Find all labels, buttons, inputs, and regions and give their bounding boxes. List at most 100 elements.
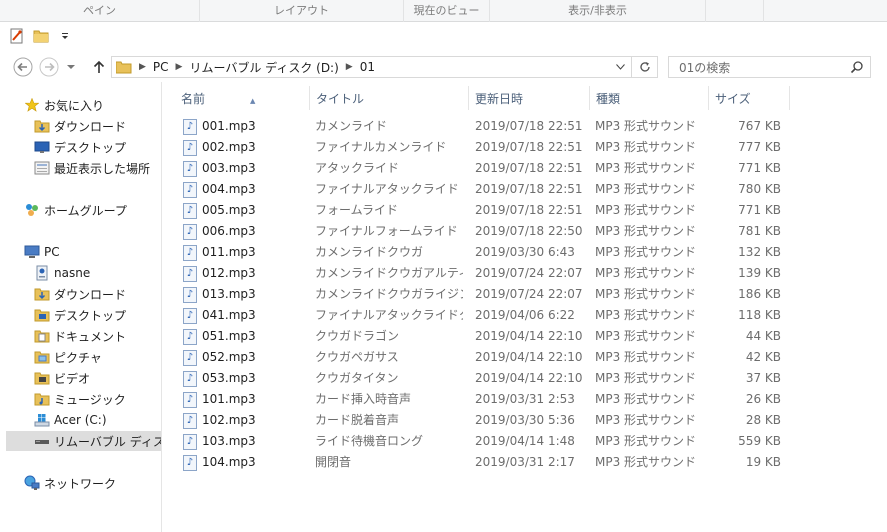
file-row[interactable]: ♪ 001.mp3 カメンライド 2019/07/18 22:51 MP3 形式サウンド… bbox=[163, 116, 863, 137]
file-row[interactable]: ♪ 103.mp3 ライド待機音ロング 2019/04/14 1:48 MP3 形式サウ… bbox=[163, 431, 863, 452]
column-divider[interactable] bbox=[789, 86, 790, 110]
file-date: 2019/03/30 5:36 bbox=[475, 413, 575, 427]
file-row[interactable]: ♪ 002.mp3 ファイナルカメンライド 2019/07/18 22:51 MP3 形… bbox=[163, 137, 863, 158]
nav-fav-desktop[interactable]: デスクトップ bbox=[34, 137, 126, 157]
file-size: 781 KB bbox=[738, 224, 781, 238]
file-name: 004.mp3 bbox=[202, 182, 256, 196]
file-name-cell[interactable]: ♪ 012.mp3 bbox=[183, 263, 303, 284]
properties-button[interactable] bbox=[8, 27, 26, 45]
file-name-cell[interactable]: ♪ 104.mp3 bbox=[183, 452, 303, 473]
nav-pc-pictures[interactable]: ピクチャ bbox=[34, 347, 102, 367]
file-name-cell[interactable]: ♪ 051.mp3 bbox=[183, 326, 303, 347]
nav-item-label: Acer (C:) bbox=[54, 413, 107, 427]
file-name-cell[interactable]: ♪ 002.mp3 bbox=[183, 137, 303, 158]
column-header-title[interactable]: タイトル bbox=[310, 88, 468, 110]
breadcrumb-removable-disk[interactable]: リムーバブル ディスク (D:) bbox=[189, 59, 338, 76]
nav-pc[interactable]: PC bbox=[24, 242, 60, 262]
file-row[interactable]: ♪ 101.mp3 カード挿入時音声 2019/03/31 2:53 MP3 形式サウン… bbox=[163, 389, 863, 410]
file-name-cell[interactable]: ♪ 013.mp3 bbox=[183, 284, 303, 305]
file-size: 132 KB bbox=[738, 245, 781, 259]
refresh-button[interactable] bbox=[631, 57, 657, 77]
nav-pc-drive-c[interactable]: Acer (C:) bbox=[34, 410, 107, 430]
audio-file-icon: ♪ bbox=[183, 370, 197, 387]
pictures-folder-icon bbox=[34, 349, 50, 365]
column-header-type[interactable]: 種類 bbox=[590, 88, 708, 110]
file-type: MP3 形式サウンド bbox=[595, 119, 697, 133]
address-dropdown-button[interactable] bbox=[611, 57, 629, 77]
file-name-cell[interactable]: ♪ 001.mp3 bbox=[183, 116, 303, 137]
nav-pc-desktop[interactable]: デスクトップ bbox=[34, 305, 126, 325]
nav-homegroup[interactable]: ホームグループ bbox=[24, 200, 127, 220]
back-button[interactable] bbox=[12, 56, 34, 78]
file-row[interactable]: ♪ 053.mp3 クウガタイタン 2019/04/14 22:10 MP3 形式サウン… bbox=[163, 368, 863, 389]
file-type: MP3 形式サウンド bbox=[595, 161, 697, 175]
audio-file-icon: ♪ bbox=[183, 433, 197, 450]
nav-network-label: ネットワーク bbox=[44, 476, 117, 491]
nav-network[interactable]: ネットワーク bbox=[24, 473, 116, 493]
file-size: 139 KB bbox=[738, 266, 781, 280]
nav-fav-downloads[interactable]: ダウンロード bbox=[34, 116, 126, 136]
file-name-cell[interactable]: ♪ 102.mp3 bbox=[183, 410, 303, 431]
file-name-cell[interactable]: ♪ 006.mp3 bbox=[183, 221, 303, 242]
nav-pc-downloads[interactable]: ダウンロード bbox=[34, 284, 126, 304]
file-title: ファイナルカメンライド bbox=[315, 140, 447, 154]
nav-pc-nasne[interactable]: nasne bbox=[34, 263, 90, 283]
file-row[interactable]: ♪ 013.mp3 カメンライドクウガライジングア... 2019/07/24 22:… bbox=[163, 284, 863, 305]
file-name-cell[interactable]: ♪ 004.mp3 bbox=[183, 179, 303, 200]
file-row[interactable]: ♪ 041.mp3 ファイナルアタックライドクウガ 2019/04/06 6:22 MP… bbox=[163, 305, 863, 326]
column-header-date[interactable]: 更新日時 bbox=[469, 88, 589, 110]
audio-file-icon: ♪ bbox=[183, 139, 197, 156]
nav-pc-removable-disk[interactable]: リムーバブル ディスク (D:) bbox=[6, 431, 161, 451]
file-date: 2019/07/18 22:50 bbox=[475, 224, 583, 238]
nav-pc-videos[interactable]: ビデオ bbox=[34, 368, 90, 388]
file-name-cell[interactable]: ♪ 053.mp3 bbox=[183, 368, 303, 389]
column-header-title-label: タイトル bbox=[316, 92, 365, 106]
homegroup-icon bbox=[24, 202, 40, 218]
nav-pc-music[interactable]: ミュージック bbox=[34, 389, 126, 409]
desktop-icon bbox=[34, 139, 50, 155]
network-icon bbox=[24, 475, 40, 491]
nav-fav-recent[interactable]: 最近表示した場所 bbox=[34, 158, 150, 178]
search-input[interactable]: 01の検索 bbox=[668, 56, 871, 78]
customize-qat-button[interactable] bbox=[56, 27, 74, 45]
music-folder-icon bbox=[34, 391, 50, 407]
file-row[interactable]: ♪ 104.mp3 開閉音 2019/03/31 2:17 MP3 形式サウンド 19 K… bbox=[163, 452, 863, 473]
file-title: クウガペガサス bbox=[315, 350, 399, 364]
file-name-cell[interactable]: ♪ 101.mp3 bbox=[183, 389, 303, 410]
file-size: 767 KB bbox=[738, 119, 781, 133]
nav-pc-documents[interactable]: ドキュメント bbox=[34, 326, 126, 346]
file-row[interactable]: ♪ 004.mp3 ファイナルアタックライド 2019/07/18 22:51 MP3 … bbox=[163, 179, 863, 200]
file-type: MP3 形式サウンド bbox=[595, 434, 697, 448]
file-date: 2019/07/18 22:51 bbox=[475, 182, 583, 196]
address-bar[interactable]: ▶ PC ▶ リムーバブル ディスク (D:) ▶ 01 bbox=[111, 56, 658, 78]
breadcrumb-pc[interactable]: PC bbox=[153, 60, 169, 74]
file-title: ライド待機音ロング bbox=[315, 434, 424, 448]
file-row[interactable]: ♪ 051.mp3 クウガドラゴン 2019/04/14 22:10 MP3 形式サウン… bbox=[163, 326, 863, 347]
breadcrumb-current-folder[interactable]: 01 bbox=[360, 60, 375, 74]
file-name-cell[interactable]: ♪ 103.mp3 bbox=[183, 431, 303, 452]
search-icon[interactable] bbox=[850, 60, 864, 77]
forward-button[interactable] bbox=[38, 56, 60, 78]
file-date: 2019/04/06 6:22 bbox=[475, 308, 575, 322]
nav-favorites[interactable]: お気に入り bbox=[24, 95, 104, 115]
new-folder-button[interactable] bbox=[32, 27, 50, 45]
file-row[interactable]: ♪ 011.mp3 カメンライドクウガ 2019/03/30 6:43 MP3 形式サウ… bbox=[163, 242, 863, 263]
file-row[interactable]: ♪ 003.mp3 アタックライド 2019/07/18 22:51 MP3 形式サウン… bbox=[163, 158, 863, 179]
file-name-cell[interactable]: ♪ 005.mp3 bbox=[183, 200, 303, 221]
file-row[interactable]: ♪ 012.mp3 カメンライドクウガアルティメット 2019/07/24 22:07… bbox=[163, 263, 863, 284]
file-date: 2019/04/14 22:10 bbox=[475, 329, 583, 343]
column-header-name[interactable]: 名前 ▲ bbox=[175, 88, 309, 110]
file-name-cell[interactable]: ♪ 052.mp3 bbox=[183, 347, 303, 368]
audio-file-icon: ♪ bbox=[183, 286, 197, 303]
column-header-size[interactable]: サイズ bbox=[709, 88, 789, 110]
up-button[interactable] bbox=[88, 56, 110, 78]
file-type: MP3 形式サウンド bbox=[595, 245, 697, 259]
file-name-cell[interactable]: ♪ 003.mp3 bbox=[183, 158, 303, 179]
file-row[interactable]: ♪ 005.mp3 フォームライド 2019/07/18 22:51 MP3 形式サウン… bbox=[163, 200, 863, 221]
file-name-cell[interactable]: ♪ 011.mp3 bbox=[183, 242, 303, 263]
file-row[interactable]: ♪ 102.mp3 カード脱着音声 2019/03/30 5:36 MP3 形式サウンド… bbox=[163, 410, 863, 431]
file-row[interactable]: ♪ 052.mp3 クウガペガサス 2019/04/14 22:10 MP3 形式サウン… bbox=[163, 347, 863, 368]
file-row[interactable]: ♪ 006.mp3 ファイナルフォームライド 2019/07/18 22:50 MP3 … bbox=[163, 221, 863, 242]
file-name-cell[interactable]: ♪ 041.mp3 bbox=[183, 305, 303, 326]
recent-locations-button[interactable] bbox=[64, 56, 78, 78]
